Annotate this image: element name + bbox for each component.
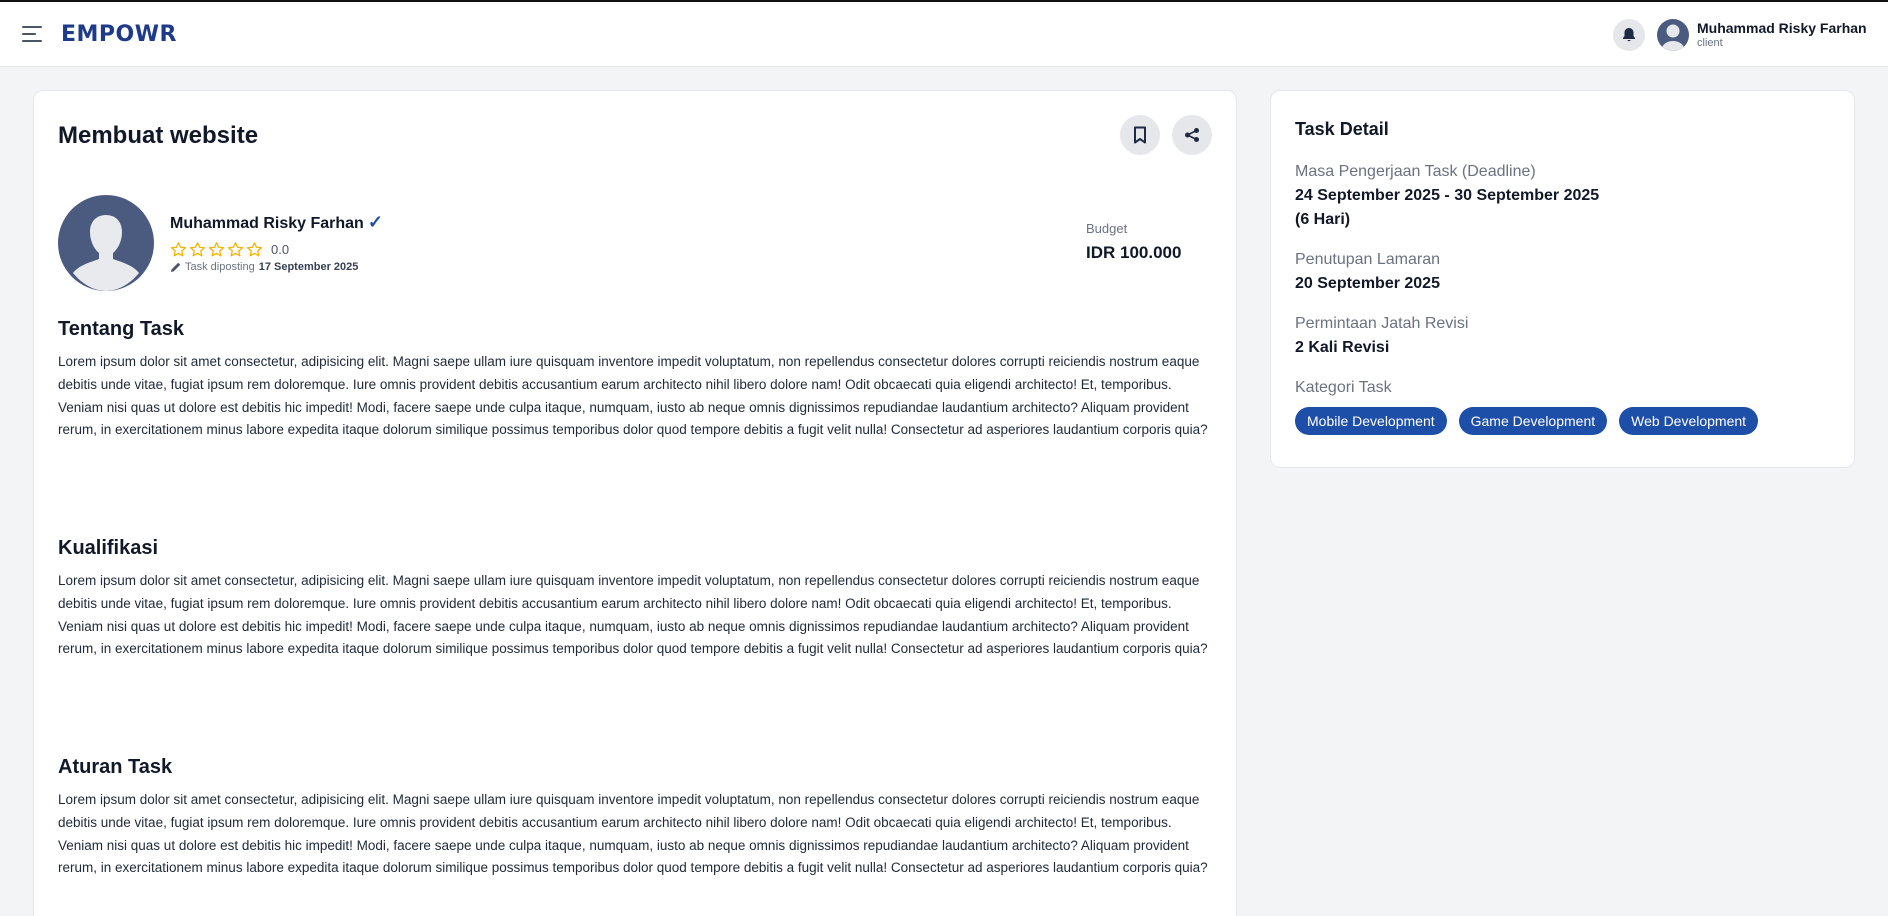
author-name-text: Muhammad Risky Farhan — [170, 215, 364, 232]
pencil-icon — [171, 262, 181, 272]
section-body-kualifikasi: Lorem ipsum dolor sit amet consectetur, … — [58, 573, 1208, 657]
author-avatar[interactable] — [58, 195, 154, 291]
top-navbar: EMPOWR Muhammad Risky Farhan client — [0, 0, 1888, 67]
category-tag[interactable]: Game Development — [1458, 407, 1608, 435]
category-tag[interactable]: Mobile Development — [1295, 407, 1447, 435]
hamburger-icon[interactable] — [22, 26, 44, 44]
section-title-tentang-task: Tentang Task — [58, 318, 184, 340]
deadline-value: 24 September 2025 - 30 September 2025 — [1295, 187, 1600, 204]
revision-label: Permintaan Jatah Revisi — [1295, 315, 1469, 332]
deadline-duration: (6 Hari) — [1295, 211, 1351, 228]
deadline-label: Masa Pengerjaan Task (Deadline) — [1295, 163, 1536, 180]
user-role: client — [1697, 37, 1723, 49]
budget-label: Budget — [1086, 221, 1128, 236]
bookmark-icon — [1134, 126, 1146, 144]
category-label: Kategori Task — [1295, 379, 1392, 396]
app-logo[interactable]: EMPOWR — [61, 22, 177, 47]
star-icon — [246, 242, 263, 257]
section-title-aturan-task: Aturan Task — [58, 756, 173, 778]
star-icon — [170, 242, 187, 257]
rating-value: 0.0 — [271, 242, 290, 257]
user-avatar[interactable] — [1657, 19, 1689, 51]
task-card: Membuat website Muhammad Risky Farhan ✓ 0… — [33, 90, 1237, 916]
bookmark-button[interactable] — [1120, 115, 1160, 155]
task-detail-title: Task Detail — [1295, 119, 1389, 139]
share-icon — [1185, 128, 1199, 142]
posted-date: 17 September 2025 — [258, 261, 359, 273]
author-name[interactable]: Muhammad Risky Farhan ✓ — [170, 212, 383, 233]
bell-icon[interactable] — [1613, 19, 1645, 51]
section-body-tentang-task: Lorem ipsum dolor sit amet consectetur, … — [58, 354, 1208, 438]
user-menu[interactable]: Muhammad Risky Farhan client — [1697, 20, 1867, 50]
star-icon — [208, 242, 225, 257]
posted-label: Task diposting — [185, 261, 255, 273]
user-name: Muhammad Risky Farhan — [1697, 20, 1867, 36]
star-icon — [227, 242, 244, 257]
section-body-aturan-task: Lorem ipsum dolor sit amet consectetur, … — [58, 792, 1208, 876]
rating: 0.0 — [170, 241, 289, 258]
category-tags: Mobile Development Game Development Web … — [1295, 407, 1770, 435]
page-title: Membuat website — [58, 122, 259, 149]
task-detail-card: Task Detail Masa Pengerjaan Task (Deadli… — [1270, 90, 1855, 468]
section-title-kualifikasi: Kualifikasi — [58, 537, 159, 559]
closing-label: Penutupan Lamaran — [1295, 251, 1440, 268]
posted-info: Task diposting 17 September 2025 — [170, 261, 358, 273]
check-icon: ✓ — [367, 212, 383, 232]
star-icon — [189, 242, 206, 257]
revision-value: 2 Kali Revisi — [1295, 339, 1390, 356]
closing-value: 20 September 2025 — [1295, 275, 1440, 292]
share-button[interactable] — [1172, 115, 1212, 155]
category-tag[interactable]: Web Development — [1619, 407, 1759, 435]
budget-value: IDR 100.000 — [1086, 243, 1182, 262]
